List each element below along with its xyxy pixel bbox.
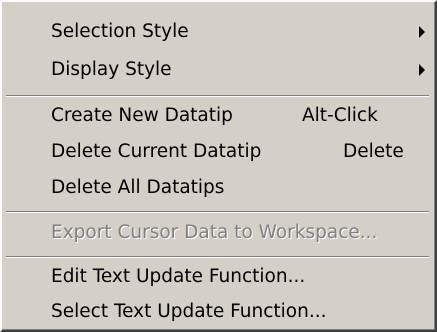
menu-separator xyxy=(6,95,429,97)
menu-item-label: Create New Datatip xyxy=(51,105,233,126)
menu-item-delete-all-datatips[interactable]: Delete All Datatips xyxy=(2,172,433,204)
menu-item-shortcut: Alt-Click xyxy=(302,105,378,126)
menu-item-label: Delete All Datatips xyxy=(51,177,225,198)
menu-item-create-new-datatip[interactable]: Create New Datatip Alt-Click xyxy=(2,100,433,132)
menu-item-edit-text-update-function[interactable]: Edit Text Update Function... xyxy=(2,261,433,293)
submenu-arrow-icon xyxy=(419,64,425,76)
submenu-arrow-icon xyxy=(419,26,425,38)
menu-item-label: Display Style xyxy=(51,59,172,80)
menu-item-label: Delete Current Datatip xyxy=(51,141,262,162)
menu-item-label: Select Text Update Function... xyxy=(51,301,327,322)
menu-item-selection-style[interactable]: Selection Style xyxy=(2,16,433,48)
menu-item-delete-current-datatip[interactable]: Delete Current Datatip Delete xyxy=(2,136,433,168)
menu-item-shortcut: Delete xyxy=(343,141,404,162)
context-menu: Selection Style Display Style Create New… xyxy=(0,0,437,332)
menu-item-select-text-update-function[interactable]: Select Text Update Function... xyxy=(2,296,433,328)
menu-separator xyxy=(6,256,429,258)
menu-item-label: Edit Text Update Function... xyxy=(51,266,306,287)
menu-item-label: Selection Style xyxy=(51,21,189,42)
menu-item-display-style[interactable]: Display Style xyxy=(2,54,433,86)
menu-item-label: Export Cursor Data to Workspace... xyxy=(51,222,378,243)
menu-separator xyxy=(6,211,429,213)
menu-item-export-cursor-data: Export Cursor Data to Workspace... xyxy=(2,217,433,249)
